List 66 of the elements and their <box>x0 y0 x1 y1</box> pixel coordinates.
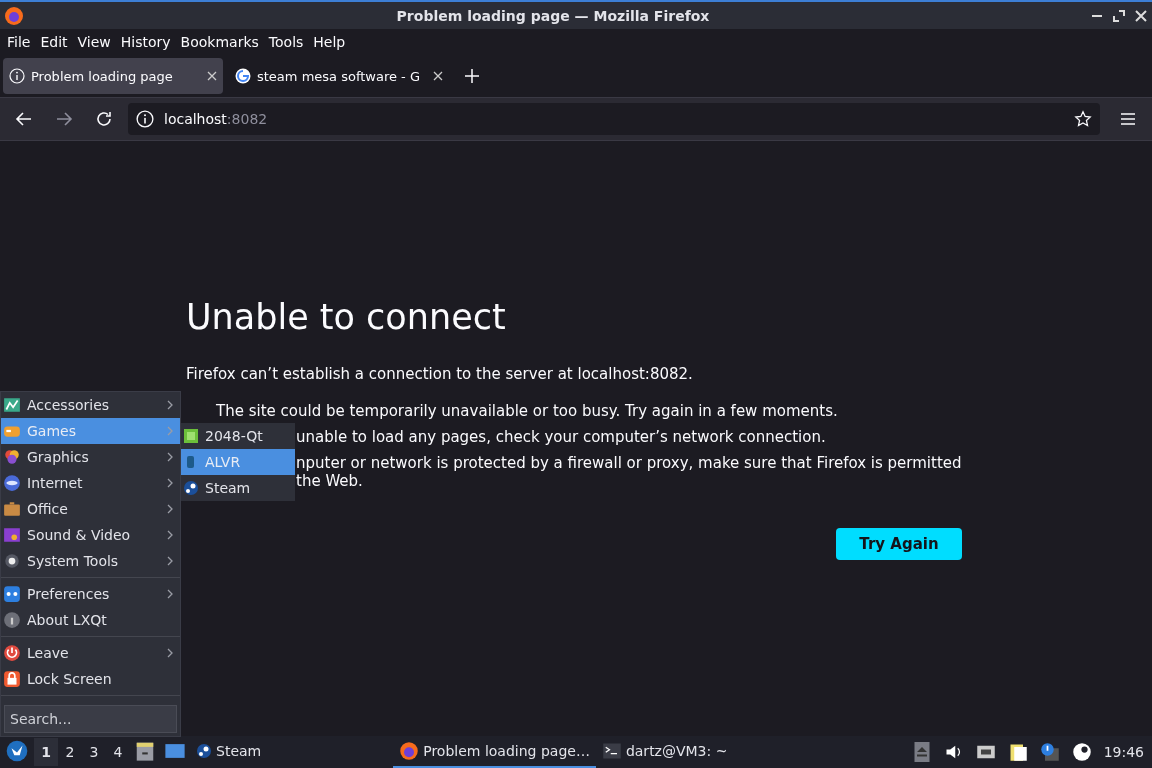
tab-label: steam mesa software - G <box>257 68 422 84</box>
lock-icon <box>3 670 21 688</box>
menu-item[interactable]: Preferences <box>1 581 180 607</box>
menu-item[interactable]: System Tools <box>1 548 180 574</box>
terminal-icon <box>601 741 622 761</box>
menu-item[interactable]: Bookmarks <box>175 34 264 50</box>
close-icon[interactable] <box>207 71 217 81</box>
close-icon[interactable] <box>433 71 443 81</box>
desktop-switch[interactable]: 1 <box>34 738 58 766</box>
menu-item[interactable]: Edit <box>35 34 73 50</box>
palette-icon <box>3 448 21 466</box>
maximize-icon[interactable] <box>1112 8 1126 23</box>
notification-icon[interactable] <box>1039 742 1060 762</box>
desktop-switch[interactable]: 4 <box>106 738 130 766</box>
info-icon <box>9 68 25 84</box>
try-again-button[interactable]: Try Again <box>836 528 962 560</box>
menu-item[interactable]: Leave <box>1 640 180 666</box>
error-hint: the Web. <box>296 472 364 490</box>
browser-tab[interactable]: Problem loading page <box>3 58 223 94</box>
star-icon[interactable] <box>1074 110 1092 128</box>
task-button[interactable]: Problem loading page… <box>393 736 596 768</box>
window-title: Problem loading page — Mozilla Firefox <box>395 7 711 24</box>
plus-icon[interactable] <box>465 69 479 83</box>
menu-item[interactable]: Tools <box>263 34 309 50</box>
menu-item[interactable]: About LXQt <box>1 607 180 633</box>
error-title: Unable to connect <box>186 297 507 337</box>
error-message: Firefox can’t establish a connection to the server at localhost:8082. <box>186 365 694 383</box>
error-hint: nputer or network is protected by a firewall or proxy, make sure that Firefox is permitted <box>296 454 963 472</box>
firefox-logo-icon <box>4 5 24 26</box>
settings-icon <box>3 585 21 603</box>
browser-tab[interactable]: steam mesa software - G <box>229 58 449 94</box>
google-icon <box>235 68 251 84</box>
error-hint: The site could be temporarily unavailable or too busy. Try again in a few moments. <box>216 402 839 420</box>
clock[interactable]: 19:46 <box>1103 744 1144 760</box>
firefox-icon <box>399 741 420 761</box>
tile-icon <box>183 428 199 444</box>
globe-icon <box>3 474 21 492</box>
menu-item[interactable]: Internet <box>1 470 180 496</box>
chart-icon <box>3 396 21 414</box>
menu-item[interactable]: Accessories <box>1 392 180 418</box>
info-icon <box>136 110 154 128</box>
search-field[interactable]: Search... <box>4 705 177 733</box>
menu-item[interactable]: View <box>72 34 116 50</box>
desktop-switch[interactable]: 3 <box>82 738 106 766</box>
media-icon <box>3 526 21 544</box>
start-menu-icon <box>6 739 28 762</box>
url-text: localhost:8082 <box>164 111 268 127</box>
taskbar-button[interactable]: Steam <box>190 736 268 768</box>
menu-item[interactable]: Steam <box>181 475 295 501</box>
briefcase-icon <box>3 500 21 518</box>
menu-item[interactable]: Graphics <box>1 444 180 470</box>
menu-item[interactable]: 2048-Qt <box>181 423 295 449</box>
menu-item[interactable]: Help <box>308 34 351 50</box>
info-icon <box>3 611 21 629</box>
desktop-switch[interactable]: 2 <box>58 738 82 766</box>
power-icon <box>3 644 21 662</box>
close-icon[interactable] <box>1134 8 1148 23</box>
task-button[interactable]: dartz@VM3: ~ <box>595 736 734 768</box>
menu-item[interactable]: History <box>115 34 176 50</box>
menu-item[interactable]: Sound & Video <box>1 522 180 548</box>
menu-item[interactable]: Office <box>1 496 180 522</box>
menu-item[interactable]: File <box>2 34 36 50</box>
error-hint: unable to load any pages, check your computer’s network connection. <box>296 428 827 446</box>
menu-item[interactable]: Lock Screen <box>1 666 180 692</box>
tab-label: Problem loading page <box>31 68 174 84</box>
address-field[interactable]: localhost:8082 <box>128 103 1100 135</box>
